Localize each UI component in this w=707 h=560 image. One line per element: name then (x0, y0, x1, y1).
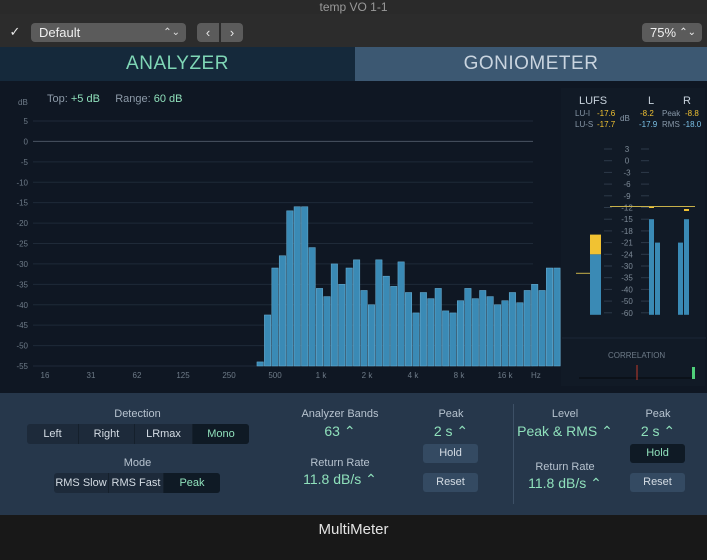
return-rate-value[interactable]: 11.8 dB/s ⌃ (285, 471, 395, 488)
zoom-label: 75% (650, 25, 677, 40)
analyzer-panel (0, 81, 707, 393)
mode-peak-option[interactable]: Peak (164, 473, 220, 493)
mode-rms-fast-option[interactable]: RMS Fast (109, 473, 164, 493)
analyzer-range-info: Top: +5 dB Range: 60 dB (47, 93, 183, 105)
preset-menu[interactable]: Default ⌃⌄ (31, 23, 186, 42)
peak2-value[interactable]: 2 s ⌃ (628, 423, 688, 440)
return-rate2-label: Return Rate (535, 461, 595, 473)
hold-button[interactable]: Hold (423, 444, 478, 463)
top-label: Top: (47, 93, 68, 105)
preset-label: Default (39, 25, 81, 40)
multimeter-window: temp VO 1-1 ✓ Default ⌃⌄ ‹ › 75% ⌃⌄ ANAL… (0, 0, 707, 560)
level-label: Level (551, 408, 579, 420)
hold2-button[interactable]: Hold (630, 444, 685, 463)
tab-goniometer[interactable]: GONIOMETER (355, 47, 707, 81)
next-preset-button[interactable]: › (221, 23, 243, 42)
chevron-updown-icon: ⌃⌄ (163, 27, 180, 38)
tab-analyzer[interactable]: ANALYZER (0, 47, 355, 81)
detection-lrmax-option[interactable]: LRmax (135, 424, 193, 444)
detection-left-option[interactable]: Left (27, 424, 79, 444)
reset-button[interactable]: Reset (423, 473, 478, 492)
detection-right-option[interactable]: Right (79, 424, 135, 444)
zoom-menu[interactable]: 75% ⌃⌄ (642, 23, 702, 42)
return-rate-label: Return Rate (310, 457, 370, 469)
mode-label: Mode (123, 457, 152, 469)
analyzer-bands-label: Analyzer Bands (301, 408, 379, 420)
mode-segmented-control: RMS Slow RMS Fast Peak (54, 473, 220, 493)
peak-value[interactable]: 2 s ⌃ (421, 423, 481, 440)
level-value[interactable]: Peak & RMS ⌃ (515, 423, 615, 440)
range-value[interactable]: 60 dB (154, 93, 183, 105)
return-rate2-value[interactable]: 11.8 dB/s ⌃ (515, 475, 615, 492)
detection-mono-option[interactable]: Mono (193, 424, 249, 444)
window-title: temp VO 1-1 (0, 0, 707, 14)
db-axis-unit: dB (18, 98, 28, 107)
bypass-checkbox[interactable]: ✓ (8, 25, 22, 39)
reset2-button[interactable]: Reset (630, 473, 685, 492)
plugin-name: MultiMeter (0, 515, 707, 560)
detection-label: Detection (114, 408, 161, 420)
chevron-updown-icon: ⌃⌄ (679, 27, 696, 38)
section-divider (513, 404, 514, 504)
detection-segmented-control: Left Right LRmax Mono (27, 424, 249, 444)
mode-rms-slow-option[interactable]: RMS Slow (54, 473, 109, 493)
range-label: Range: (115, 93, 151, 105)
toolbar: ✓ Default ⌃⌄ ‹ › 75% ⌃⌄ (0, 14, 707, 48)
previous-preset-button[interactable]: ‹ (197, 23, 219, 42)
analyzer-bands-value[interactable]: 63 ⌃ (300, 423, 380, 440)
peak2-label: Peak (645, 408, 671, 420)
peak-label: Peak (438, 408, 464, 420)
top-value[interactable]: +5 dB (71, 93, 100, 105)
